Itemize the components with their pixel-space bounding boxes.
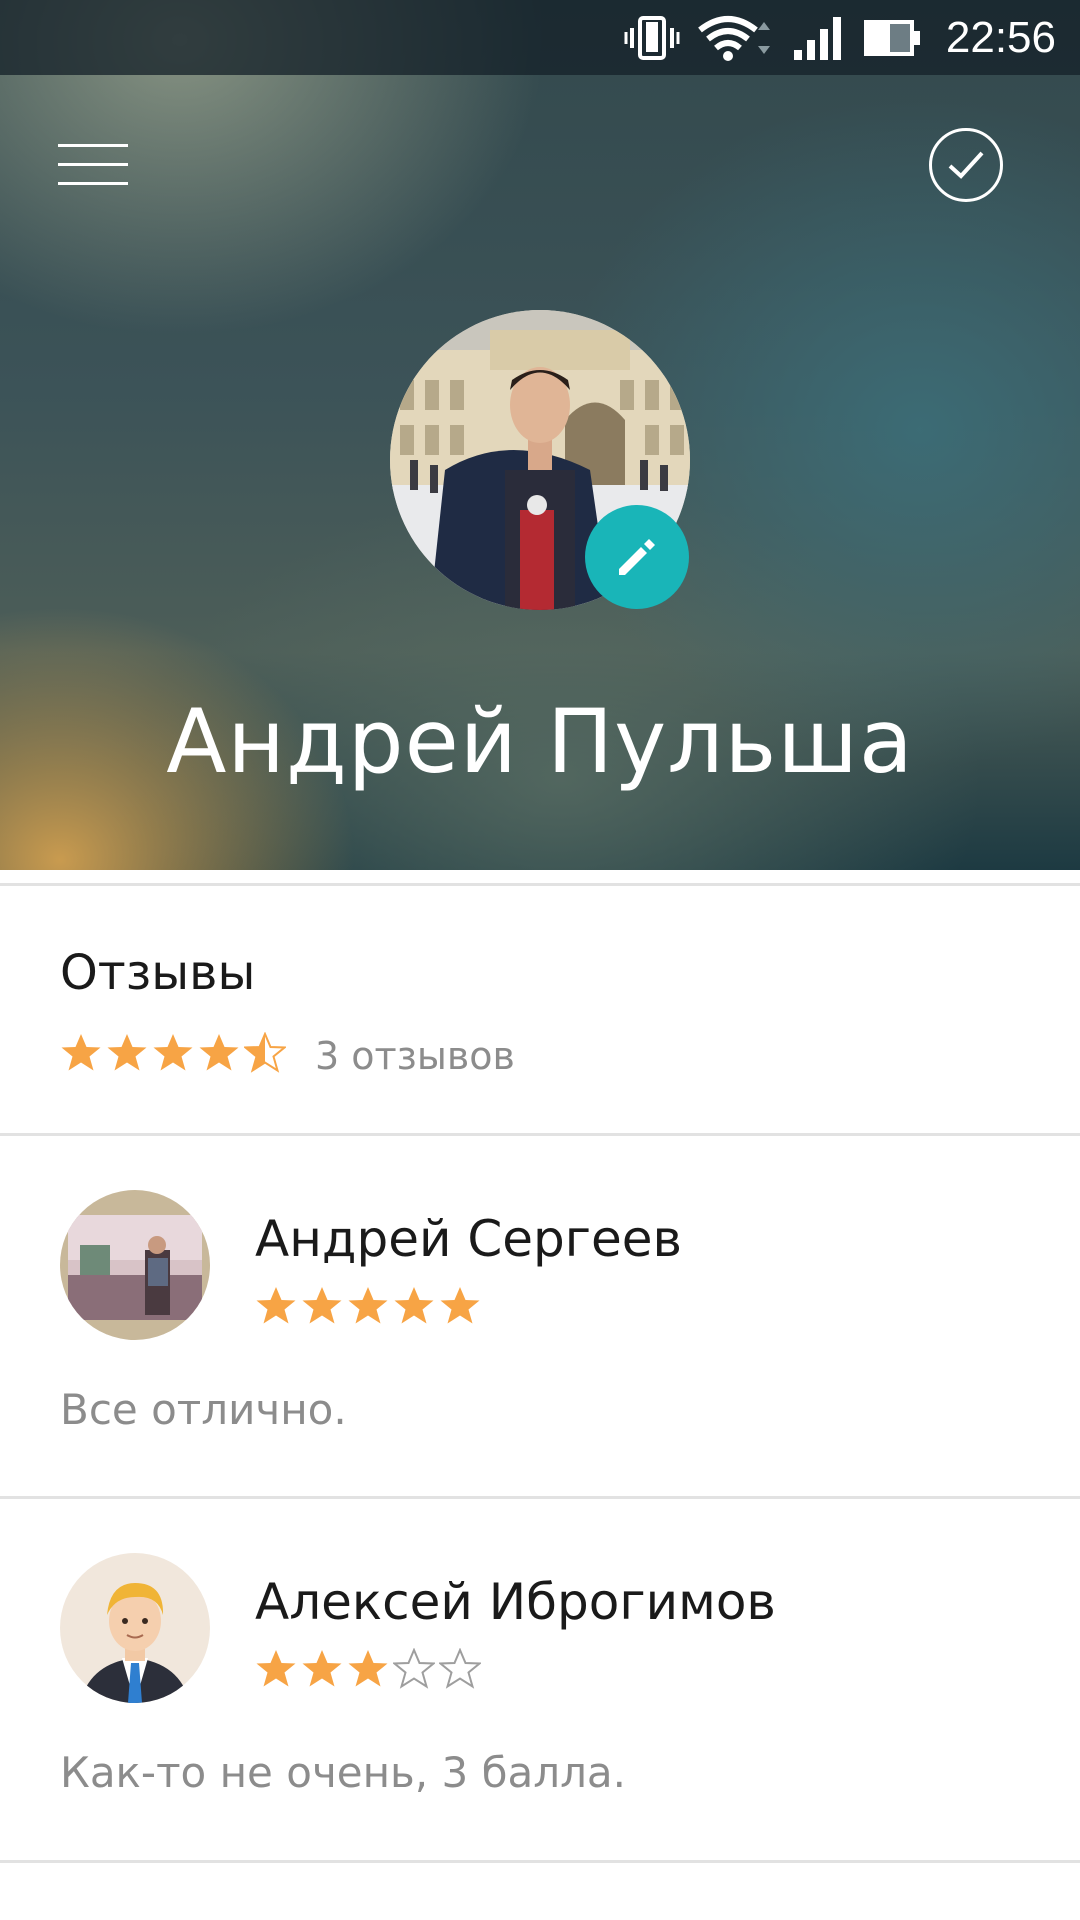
divider [0,1860,1080,1863]
star-filled-icon [302,1287,342,1324]
review-rating-stars [255,1648,481,1690]
vibrate-icon [624,15,680,60]
edit-avatar-button[interactable] [585,505,689,609]
star-empty-icon [439,1648,481,1689]
profile-name: Андрей Пульша [166,690,914,793]
pencil-icon [619,539,655,575]
star-filled-icon [61,1034,101,1071]
review-count[interactable]: 3 отзывов [315,1034,515,1078]
summary-rating-stars [60,1032,286,1074]
star-filled-icon [348,1650,388,1687]
star-filled-icon [302,1650,342,1687]
reviewer-avatar[interactable] [60,1553,210,1703]
star-half-icon [244,1032,286,1073]
star-filled-icon [348,1287,388,1324]
review-item: Алексей Иброгимов Как-то не очень, 3 бал… [0,1498,1080,1858]
review-text: Все отлично. [60,1385,347,1434]
hamburger-menu-icon[interactable] [58,140,128,190]
signal-icon [793,16,841,60]
wifi-icon [698,15,770,61]
star-filled-icon [440,1287,480,1324]
reviewer-name: Андрей Сергеев [255,1210,683,1268]
review-item: Андрей Сергеев Все отлично. [0,1135,1080,1495]
divider [0,883,1080,886]
reviews-title: Отзывы [60,945,256,1001]
reviewer-avatar[interactable] [60,1190,210,1340]
status-time: 22:56 [945,12,1056,62]
status-bar: 22:56 [0,0,1080,75]
star-filled-icon [107,1034,147,1071]
star-empty-icon [393,1648,435,1689]
star-filled-icon [153,1034,193,1071]
star-filled-icon [199,1034,239,1071]
profile-avatar-container [390,310,690,610]
check-circle-icon[interactable] [929,128,1003,202]
star-filled-icon [256,1287,296,1324]
battery-icon [863,19,920,56]
profile-header: 22:56 Андрей Пульша [0,0,1080,870]
review-text: Как-то не очень, 3 балла. [60,1748,626,1797]
review-rating-stars [255,1285,481,1327]
star-filled-icon [256,1650,296,1687]
star-filled-icon [394,1287,434,1324]
reviewer-name: Алексей Иброгимов [255,1573,776,1631]
